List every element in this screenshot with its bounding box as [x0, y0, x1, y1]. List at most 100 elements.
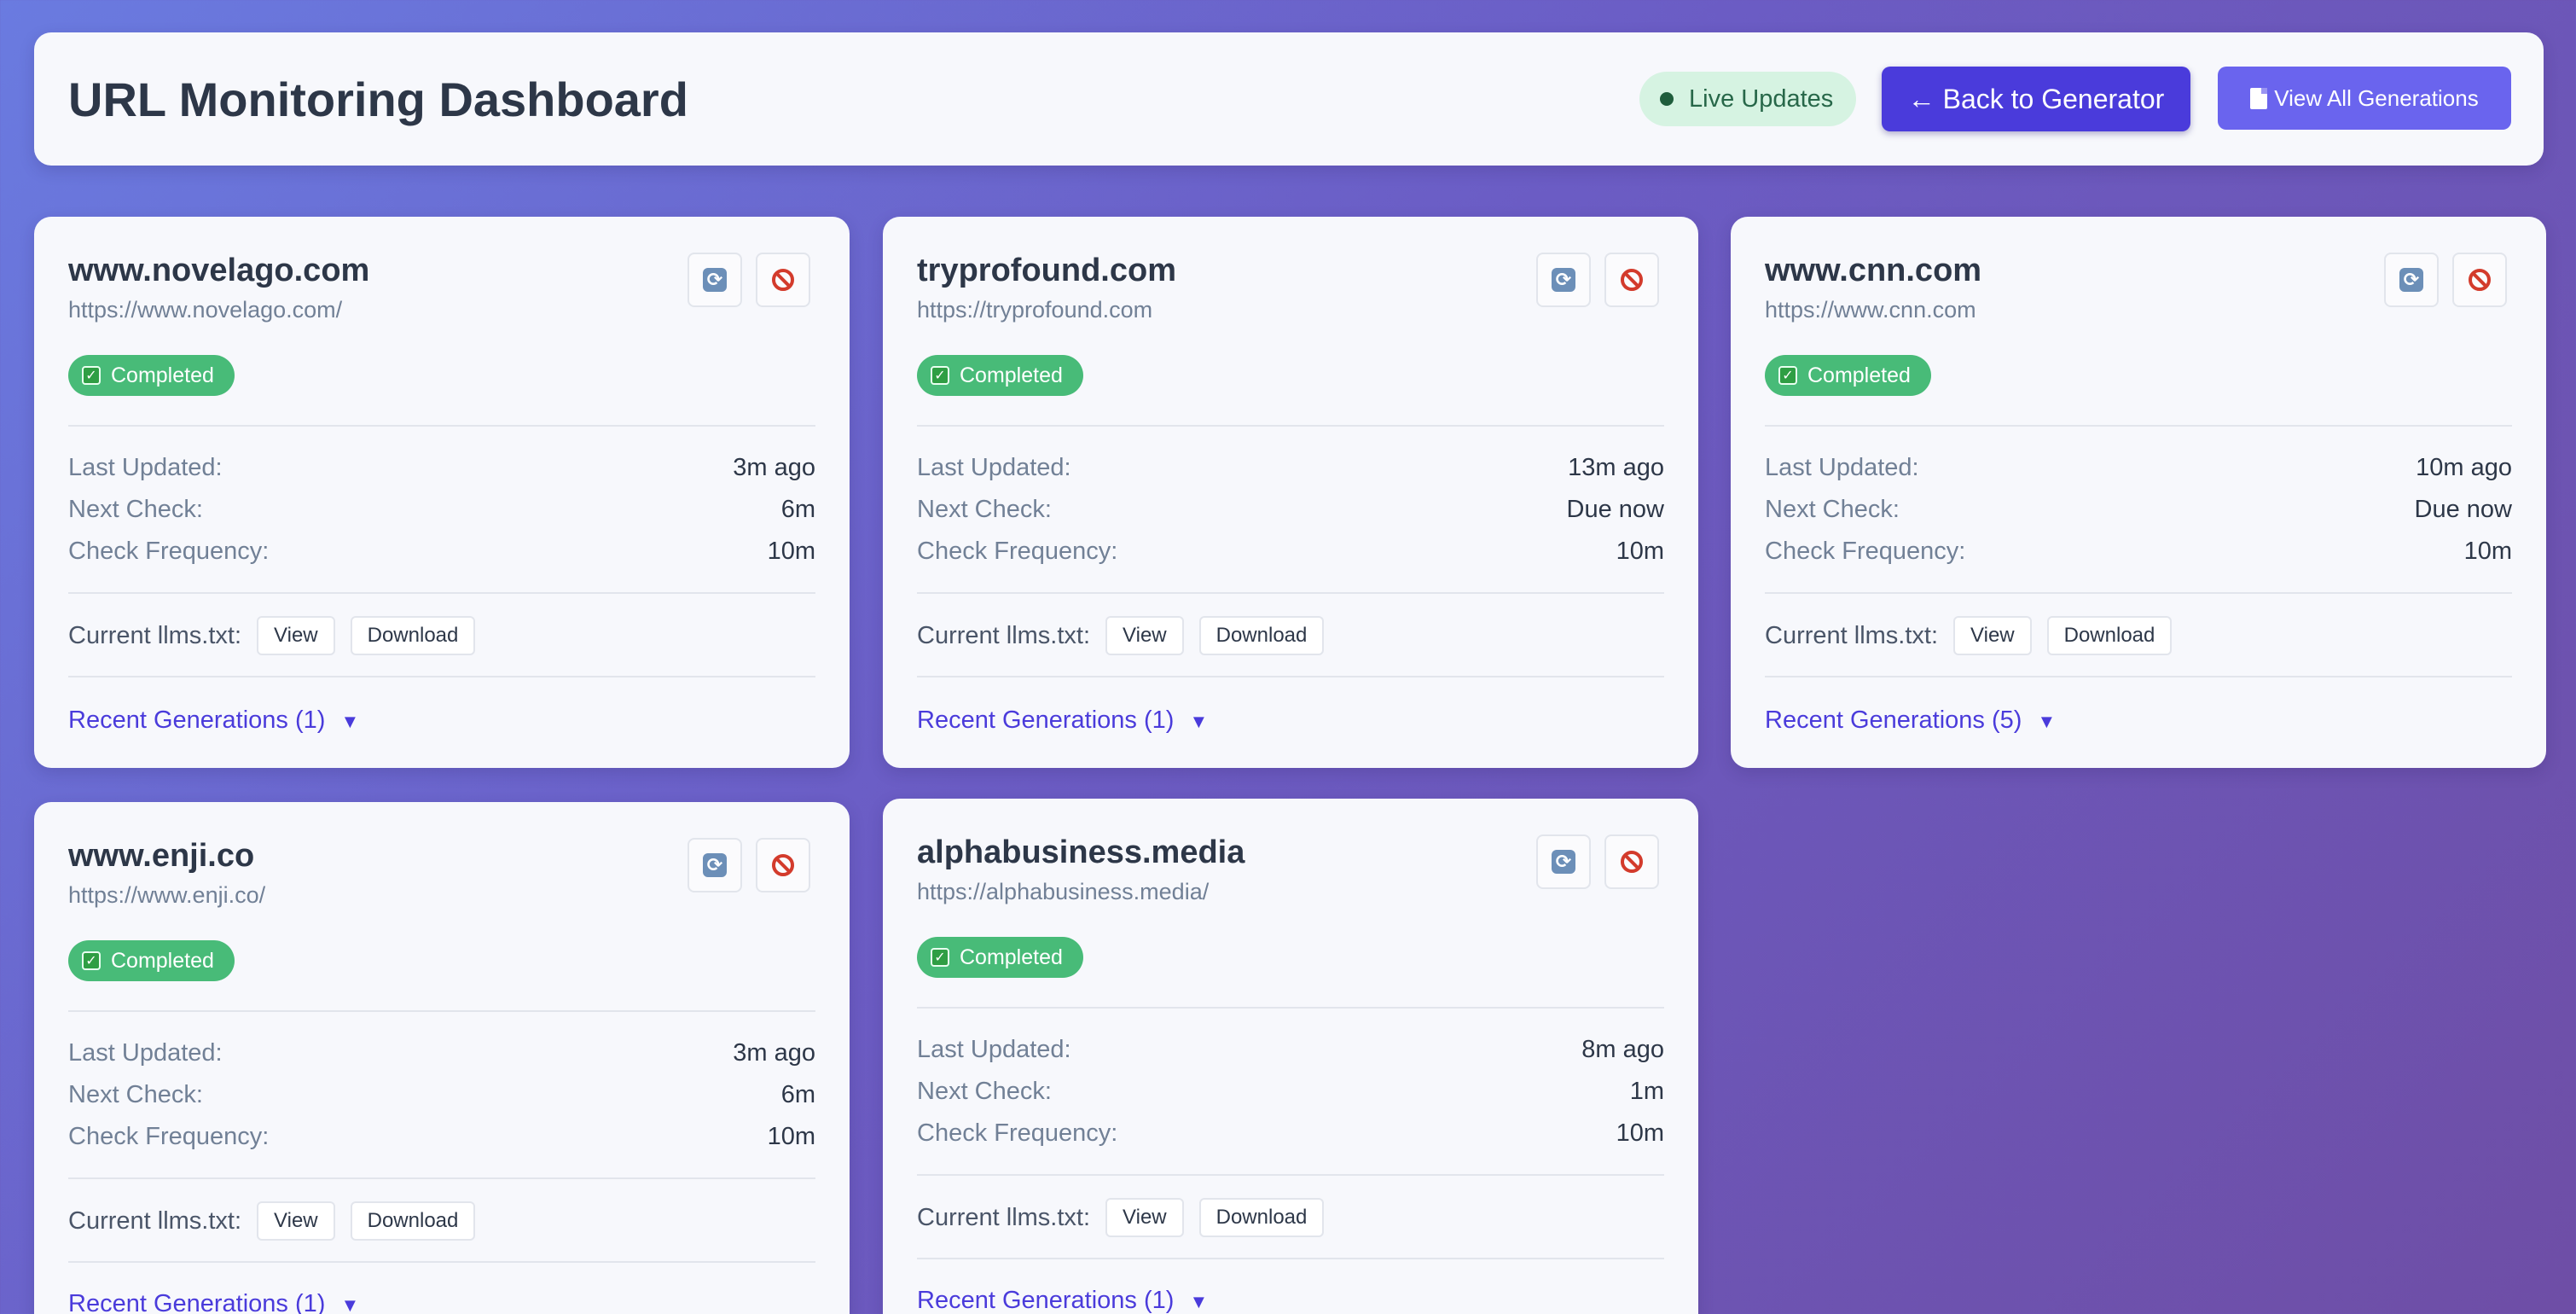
recent-generations-label: Recent Generations (1) — [68, 706, 326, 734]
last-updated-value: 3m ago — [733, 454, 815, 481]
download-llms-button[interactable]: Download — [2046, 616, 2173, 655]
stop-monitoring-button[interactable] — [1604, 253, 1659, 307]
view-all-generations-button[interactable]: View All Generations — [2218, 67, 2511, 130]
download-llms-button[interactable]: Download — [1198, 616, 1325, 655]
view-llms-button[interactable]: View — [257, 1201, 335, 1241]
url-card: www.novelago.com https://www.novelago.co… — [34, 217, 850, 768]
next-check-value: 1m — [1629, 1078, 1664, 1105]
divider — [917, 676, 1664, 677]
next-check-row: Next Check: Due now — [1765, 496, 2512, 524]
refresh-button[interactable]: ⟳ — [2384, 253, 2439, 307]
status-label: Completed — [960, 945, 1063, 969]
next-check-label: Next Check: — [917, 496, 1052, 523]
url-card: alphabusiness.media https://alphabusines… — [883, 799, 1698, 1314]
check-frequency-row: Check Frequency: 10m — [1765, 538, 2512, 566]
refresh-icon: ⟳ — [703, 853, 727, 877]
document-icon — [2250, 87, 2268, 109]
view-llms-button[interactable]: View — [1105, 616, 1184, 655]
view-llms-button[interactable]: View — [1953, 616, 2032, 655]
stop-monitoring-button[interactable] — [1604, 834, 1659, 889]
refresh-button[interactable]: ⟳ — [688, 253, 742, 307]
check-frequency-row: Check Frequency: 10m — [917, 1119, 1664, 1148]
check-frequency-label: Check Frequency: — [68, 538, 270, 565]
last-updated-label: Last Updated: — [1765, 454, 1919, 481]
refresh-icon: ⟳ — [2399, 268, 2423, 292]
chevron-down-icon: ▼ — [340, 711, 360, 732]
next-check-label: Next Check: — [917, 1078, 1052, 1105]
check-frequency-row: Check Frequency: 10m — [68, 1123, 815, 1151]
back-to-generator-button[interactable]: ← Back to Generator — [1882, 67, 2190, 131]
current-llms-label: Current llms.txt: — [1765, 621, 1939, 649]
divider — [68, 1261, 815, 1263]
recent-generations-toggle[interactable]: Recent Generations (1) ▼ — [917, 1287, 1208, 1314]
recent-generations-label: Recent Generations (1) — [68, 1290, 326, 1314]
next-check-label: Next Check: — [1765, 496, 1900, 523]
download-llms-button[interactable]: Download — [1198, 1198, 1325, 1237]
last-updated-value: 13m ago — [1568, 454, 1664, 481]
url-card: www.cnn.com https://www.cnn.com ⟳ ✓ Compl… — [1731, 217, 2546, 768]
refresh-button[interactable]: ⟳ — [688, 838, 742, 892]
stop-monitoring-icon — [2469, 269, 2491, 291]
view-llms-button[interactable]: View — [1105, 1198, 1184, 1237]
refresh-icon: ⟳ — [703, 268, 727, 292]
current-llms-row: Current llms.txt: View Download — [68, 1201, 476, 1241]
url-card: www.enji.co https://www.enji.co/ ⟳ ✓ Comp… — [34, 802, 850, 1314]
dashboard-header: URL Monitoring Dashboard Live Updates ← … — [34, 32, 2544, 166]
next-check-value: 6m — [780, 496, 815, 523]
status-label: Completed — [111, 363, 214, 387]
check-frequency-label: Check Frequency: — [917, 538, 1118, 565]
refresh-button[interactable]: ⟳ — [1536, 253, 1591, 307]
card-site-name: tryprofound.com — [917, 253, 1176, 288]
recent-generations-toggle[interactable]: Recent Generations (5) ▼ — [1765, 706, 2056, 735]
status-badge: ✓ Completed — [1765, 355, 1931, 396]
current-llms-label: Current llms.txt: — [917, 621, 1091, 649]
card-site-name: www.novelago.com — [68, 253, 370, 288]
current-llms-row: Current llms.txt: View Download — [917, 1198, 1325, 1237]
current-llms-row: Current llms.txt: View Download — [1765, 616, 2173, 655]
recent-generations-label: Recent Generations (1) — [917, 706, 1175, 734]
last-updated-row: Last Updated: 3m ago — [68, 1039, 815, 1067]
divider — [68, 592, 815, 594]
recent-generations-toggle[interactable]: Recent Generations (1) ▼ — [68, 706, 359, 735]
check-frequency-label: Check Frequency: — [68, 1123, 270, 1150]
live-dot-icon — [1660, 92, 1674, 106]
refresh-button[interactable]: ⟳ — [1536, 834, 1591, 889]
stop-monitoring-button[interactable] — [756, 838, 810, 892]
status-label: Completed — [960, 363, 1063, 387]
check-frequency-value: 10m — [1616, 1119, 1664, 1147]
card-url: https://www.novelago.com/ — [68, 297, 343, 323]
url-card: tryprofound.com https://tryprofound.com … — [883, 217, 1698, 768]
divider — [1765, 425, 2512, 427]
card-url: https://www.cnn.com — [1765, 297, 1976, 323]
check-frequency-value: 10m — [1616, 538, 1664, 565]
live-updates-label: Live Updates — [1689, 84, 1834, 113]
next-check-label: Next Check: — [68, 1081, 203, 1108]
chevron-down-icon: ▼ — [1189, 711, 1209, 732]
current-llms-label: Current llms.txt: — [68, 1206, 242, 1235]
stop-monitoring-button[interactable] — [756, 253, 810, 307]
last-updated-value: 3m ago — [733, 1039, 815, 1067]
last-updated-value: 10m ago — [2416, 454, 2512, 481]
divider — [68, 1010, 815, 1012]
download-llms-button[interactable]: Download — [350, 1201, 476, 1241]
last-updated-value: 8m ago — [1581, 1036, 1664, 1063]
recent-generations-label: Recent Generations (5) — [1765, 706, 2022, 734]
view-all-generations-label: View All Generations — [2274, 84, 2479, 111]
card-site-name: www.cnn.com — [1765, 253, 1982, 288]
status-badge: ✓ Completed — [68, 940, 235, 981]
check-frequency-value: 10m — [767, 1123, 815, 1150]
status-label: Completed — [1807, 363, 1911, 387]
check-icon: ✓ — [931, 366, 949, 385]
last-updated-label: Last Updated: — [68, 1039, 223, 1067]
recent-generations-toggle[interactable]: Recent Generations (1) ▼ — [68, 1290, 359, 1314]
download-llms-button[interactable]: Download — [350, 616, 476, 655]
status-badge: ✓ Completed — [917, 937, 1083, 978]
check-icon: ✓ — [931, 948, 949, 967]
check-icon: ✓ — [82, 366, 101, 385]
view-llms-button[interactable]: View — [257, 616, 335, 655]
stop-monitoring-button[interactable] — [2452, 253, 2507, 307]
stop-monitoring-icon — [772, 854, 794, 876]
stop-monitoring-icon — [772, 269, 794, 291]
recent-generations-toggle[interactable]: Recent Generations (1) ▼ — [917, 706, 1208, 735]
next-check-label: Next Check: — [68, 496, 203, 523]
